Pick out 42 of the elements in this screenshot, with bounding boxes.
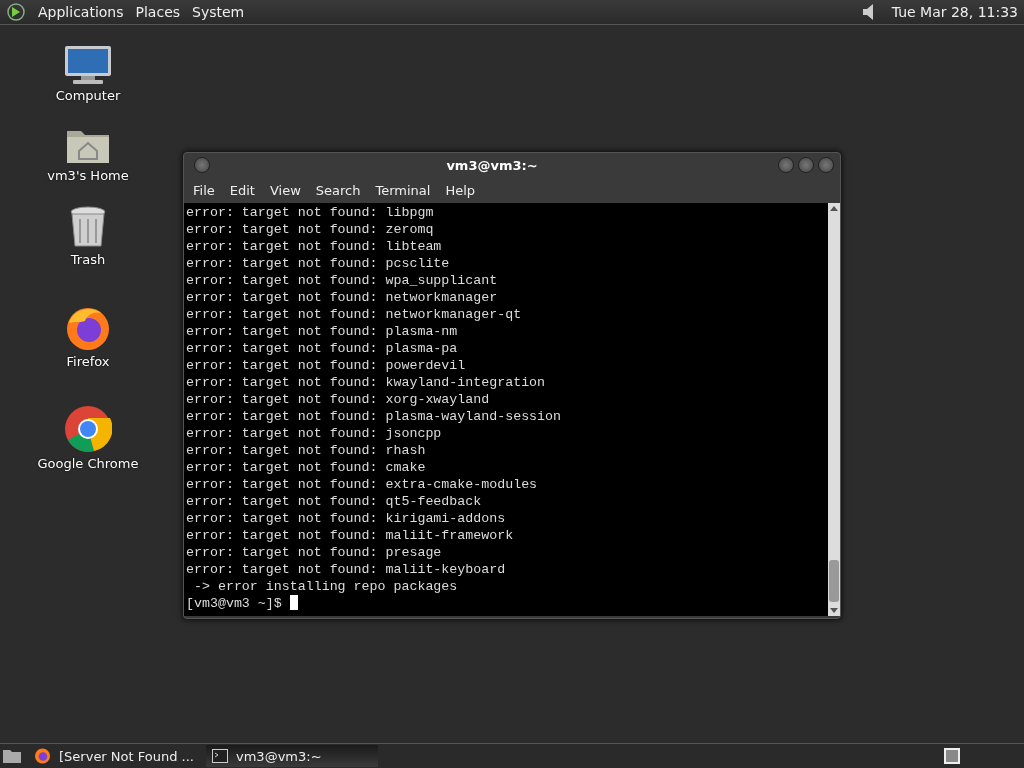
- terminal-line: error: target not found: kwayland-integration: [186, 374, 547, 391]
- terminal-line: error: target not found: cmake: [186, 459, 427, 476]
- panel-menu[interactable]: Places: [135, 4, 181, 20]
- terminal-line: error: target not found: pcsclite: [186, 255, 451, 272]
- terminal-line: error: target not found: plasma-wayland-session: [186, 408, 563, 425]
- panel-menu[interactable]: Applications: [38, 4, 124, 20]
- desktop-icon-label[interactable]: Google Chrome: [37, 456, 139, 471]
- desktop-icon-label[interactable]: Computer: [55, 88, 121, 103]
- menu-item[interactable]: File: [188, 180, 225, 200]
- menu-item[interactable]: Search: [310, 180, 371, 200]
- terminal-line: error: target not found: zeromq: [186, 221, 435, 238]
- terminal-line: error: target not found: xorg-xwayland: [186, 391, 491, 408]
- terminal-line: error: target not found: plasma-pa: [186, 340, 459, 357]
- terminal-line: error: target not found: networkmanager-qt: [186, 306, 523, 323]
- terminal-line: error: target not found: wpa_supplicant: [186, 272, 499, 289]
- terminal-line: error: target not found: maliit-keyboard: [186, 561, 507, 578]
- terminal-line: -> error installing repo packages: [192, 578, 459, 595]
- terminal-line: error: target not found: presage: [186, 544, 443, 561]
- desktop-icon-label[interactable]: vm3's Home: [47, 168, 129, 183]
- menu-item[interactable]: Help: [440, 180, 486, 200]
- terminal-line: error: target not found: plasma-nm: [186, 323, 459, 340]
- terminal-line: error: target not found: libteam: [186, 238, 443, 255]
- menu-item[interactable]: Edit: [224, 180, 265, 200]
- terminal-line: error: target not found: networkmanager: [186, 289, 499, 306]
- terminal-line: error: target not found: maliit-framework: [186, 527, 515, 544]
- terminal-line: error: target not found: kirigami-addons: [186, 510, 507, 527]
- menu-item[interactable]: View: [264, 180, 311, 200]
- terminal-line: error: target not found: qt5-feedback: [186, 493, 483, 510]
- panel-menu[interactable]: System: [192, 4, 245, 20]
- window-title: vm3@vm3:~: [445, 157, 539, 173]
- clock[interactable]: Tue Mar 28, 11:33: [891, 4, 1018, 20]
- desktop-icon-label[interactable]: Trash: [70, 252, 106, 267]
- terminal-line: error: target not found: jsoncpp: [186, 425, 443, 442]
- taskbar-button[interactable]: vm3@vm3:~: [206, 745, 378, 767]
- terminal-line: error: target not found: powerdevil: [186, 357, 467, 374]
- terminal-line: error: target not found: rhash: [186, 442, 427, 459]
- desktop-icon-label[interactable]: Firefox: [66, 354, 110, 369]
- menu-item[interactable]: Terminal: [370, 180, 441, 200]
- taskbar-button[interactable]: [Server Not Found ...: [28, 745, 200, 767]
- terminal-line: error: target not found: extra-cmake-modules: [186, 476, 539, 493]
- shell-prompt: [vm3@vm3 ~]$: [186, 596, 282, 611]
- terminal-line: error: target not found: libpgm: [186, 204, 435, 221]
